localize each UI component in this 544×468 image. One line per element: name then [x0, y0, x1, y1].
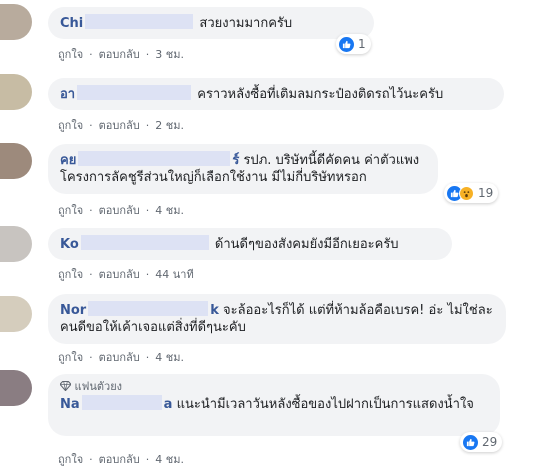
comment-text: แนะนำมีเวลาวันหลังซื้อของไปฝากเป็นการแสด…	[176, 397, 474, 412]
reply-link[interactable]: ตอบกลับ	[99, 268, 140, 281]
comment-bubble: Ko ด้านดีๆของสังคมยังมีอีกเยอะครับ	[48, 228, 452, 260]
comment-time[interactable]: 4 ชม.	[155, 453, 184, 466]
comment-bubble: Nor k จะล้ออะไรก็ได้ แต่ที่ห้ามล้อคือเบรค…	[48, 294, 506, 344]
comment-actions: ถูกใจ · ตอบกลับ · 4 ชม.	[58, 351, 184, 364]
like-icon	[463, 434, 478, 450]
reaction-count: 29	[482, 435, 498, 449]
comment-time[interactable]: 4 ชม.	[155, 351, 184, 364]
avatar[interactable]	[0, 296, 32, 332]
comment-bubble: Chi สวยงามมากครับ	[48, 7, 374, 39]
reply-link[interactable]: ตอบกลับ	[99, 204, 140, 217]
comment-actions: ถูกใจ · ตอบกลับ · 2 ชม.	[58, 119, 184, 132]
like-link[interactable]: ถูกใจ	[58, 48, 83, 61]
avatar[interactable]	[0, 143, 32, 179]
top-fan-badge: แฟนตัวยง	[59, 378, 488, 395]
avatar[interactable]	[0, 226, 32, 262]
comment-text: คราวหลังซื้อที่เติมลมกระป๋องติดรถไว้นะคร…	[197, 87, 444, 102]
comment-actions: ถูกใจ · ตอบกลับ · 44 นาที	[58, 268, 194, 281]
like-link[interactable]: ถูกใจ	[58, 453, 83, 466]
comment-author[interactable]: Ko	[60, 235, 211, 252]
wow-icon	[459, 185, 474, 201]
reaction-count: 19	[478, 186, 494, 200]
comment-text: ด้านดีๆของสังคมยังมีอีกเยอะครับ	[214, 237, 399, 252]
like-link[interactable]: ถูกใจ	[58, 268, 83, 281]
comment-time[interactable]: 2 ชม.	[155, 119, 184, 132]
comment-bubble: แฟนตัวยง Na a แนะนำมีเวลาวันหลังซื้อของไป…	[48, 374, 500, 436]
comment-time[interactable]: 44 นาที	[155, 268, 193, 281]
comment-time[interactable]: 4 ชม.	[155, 204, 184, 217]
reply-link[interactable]: ตอบกลับ	[99, 351, 140, 364]
like-link[interactable]: ถูกใจ	[58, 119, 83, 132]
like-link[interactable]: ถูกใจ	[58, 204, 83, 217]
reaction-summary[interactable]: 29	[460, 432, 503, 452]
like-link[interactable]: ถูกใจ	[58, 351, 83, 364]
top-fan-label: แฟนตัวยง	[74, 380, 123, 393]
avatar[interactable]	[0, 74, 32, 110]
reply-link[interactable]: ตอบกลับ	[99, 119, 140, 132]
comment-bubble: อา คราวหลังซื้อที่เติมลมกระป๋องติดรถไว้น…	[48, 78, 504, 110]
reaction-summary[interactable]: 1	[336, 34, 371, 54]
comment-author[interactable]: อา	[60, 85, 193, 102]
comment-bubble: คย ร์ รปภ. บริษัทนี้ดีคัดคน ค่าตัวแพง โคร…	[48, 144, 438, 194]
reaction-count: 1	[358, 37, 366, 51]
reply-link[interactable]: ตอบกลับ	[99, 453, 140, 466]
comment-actions: ถูกใจ · ตอบกลับ · 4 ชม.	[58, 204, 184, 217]
avatar[interactable]	[0, 370, 32, 406]
comment-text: สวยงามมากครับ	[199, 16, 293, 31]
comment-actions: ถูกใจ · ตอบกลับ · 4 ชม.	[58, 453, 184, 466]
comment-author[interactable]: คย ร์	[60, 151, 239, 168]
comment-author[interactable]: Na a	[60, 395, 172, 412]
reaction-summary[interactable]: 19	[444, 183, 499, 203]
avatar[interactable]	[0, 4, 32, 40]
comment-author[interactable]: Nor k	[60, 301, 219, 318]
comment-actions: ถูกใจ · ตอบกลับ · 3 ชม.	[58, 48, 184, 61]
comment-author[interactable]: Chi	[60, 14, 195, 31]
like-icon	[339, 36, 354, 52]
comment-time[interactable]: 3 ชม.	[155, 48, 184, 61]
diamond-icon	[59, 380, 72, 392]
reply-link[interactable]: ตอบกลับ	[99, 48, 140, 61]
